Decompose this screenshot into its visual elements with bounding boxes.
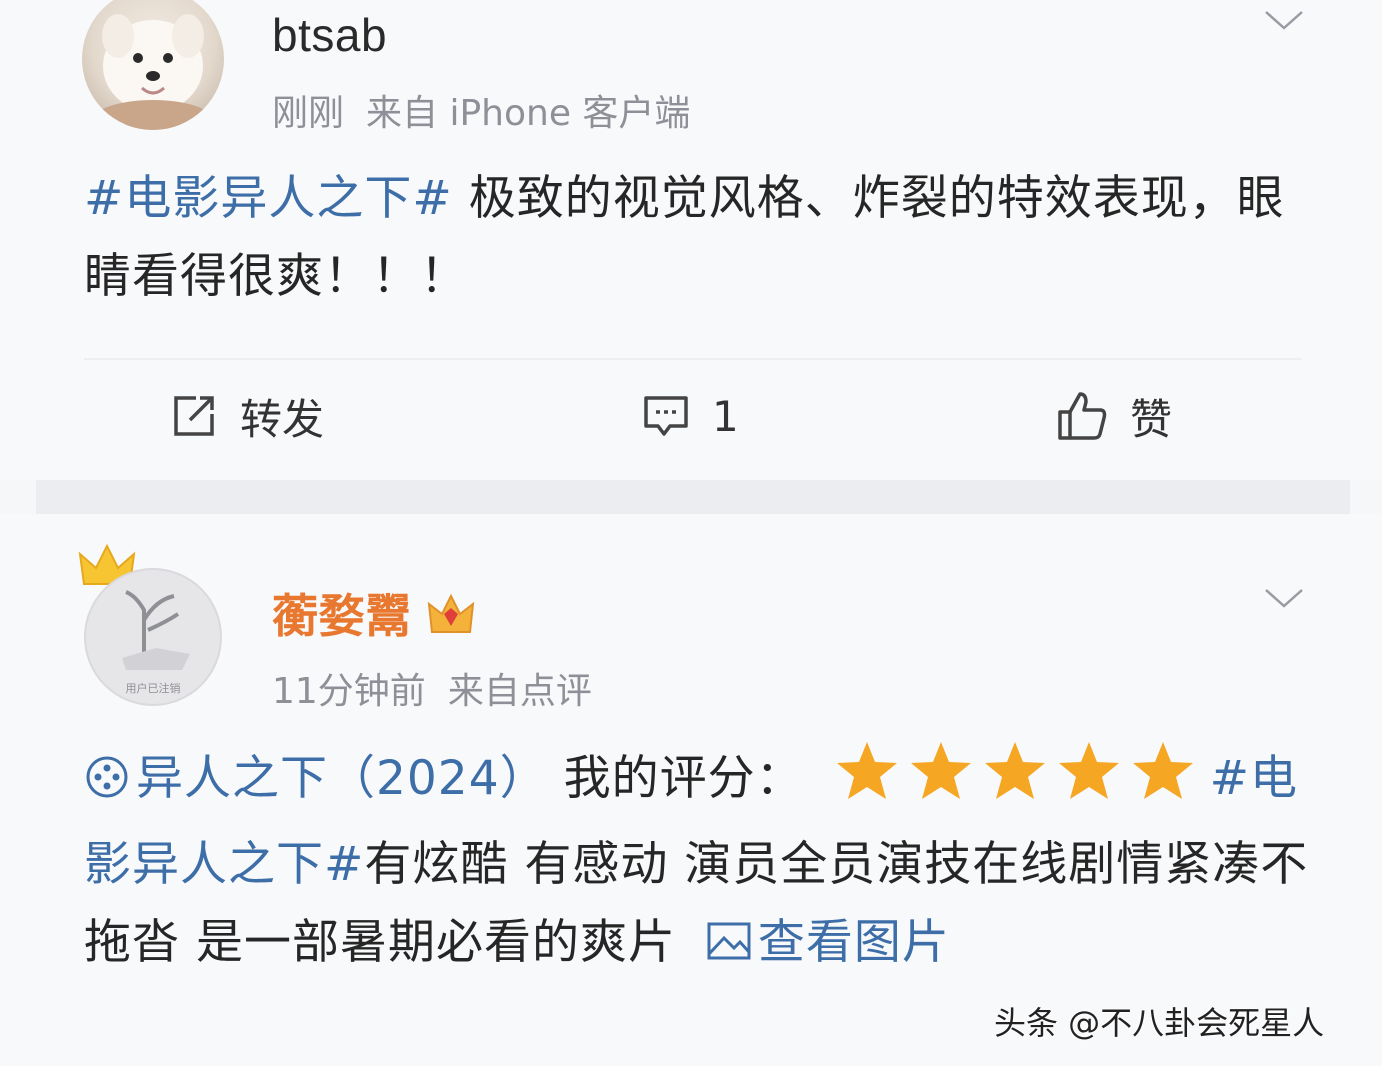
post-source: 来自 iPhone 客户端: [366, 93, 691, 134]
movie-link-text: 异人之下（2024）: [136, 751, 548, 806]
post-separator: [36, 480, 1350, 514]
username-text: 蘅婺鬻: [272, 589, 412, 643]
image-icon: [707, 922, 751, 960]
repost-button[interactable]: 转发: [170, 388, 324, 444]
hashtag-start: #: [1209, 751, 1250, 806]
hashtag-link[interactable]: #电影异人之下#: [84, 171, 453, 226]
comment-count: 1: [712, 391, 739, 441]
like-label: 赞: [1130, 394, 1173, 444]
post-card: btsab 刚刚 来自 iPhone 客户端 #电影异人之下# 极致的视觉风格、炸…: [0, 0, 1382, 480]
post-content: 异人之下（2024） 我的评分： #电影异人之下#有炫酷 有感动 演员全员演技在线…: [84, 740, 1324, 982]
repost-label: 转发: [240, 394, 325, 444]
post-source: 来自点评: [447, 671, 592, 712]
repost-icon: [174, 396, 214, 436]
post-time: 刚刚: [272, 93, 345, 134]
star-icon: [910, 742, 971, 799]
like-button[interactable]: 赞: [1056, 388, 1172, 444]
chevron-down-icon[interactable]: [1264, 8, 1304, 32]
star-icon: [1132, 742, 1193, 799]
dog-avatar-image: [93, 14, 213, 130]
username[interactable]: btsab: [272, 8, 387, 62]
deactivated-user-avatar-image: 用户已注销: [122, 590, 190, 695]
comment-icon: [644, 396, 688, 436]
avatar-deactivated-text: 用户已注销: [126, 681, 181, 695]
movie-link[interactable]: 异人之下（2024）: [84, 751, 548, 806]
divider: [84, 358, 1302, 360]
comment-button[interactable]: 1: [642, 388, 739, 444]
star-icon: [836, 742, 897, 799]
thumbs-up-icon: [1058, 392, 1107, 440]
post-meta: 11分钟前 来自点评: [272, 662, 592, 714]
rating-stars: [834, 740, 1204, 826]
avatar[interactable]: [82, 0, 224, 130]
chevron-down-icon[interactable]: [1264, 586, 1304, 610]
watermark: 头条 @不八卦会死星人: [994, 1004, 1325, 1042]
post-meta: 刚刚 来自 iPhone 客户端: [272, 84, 690, 136]
view-image-text: 查看图片: [757, 915, 950, 970]
rating-label: 我的评分：: [547, 751, 804, 806]
username[interactable]: 蘅婺鬻: [272, 580, 476, 646]
vip-crown-icon: [427, 593, 474, 633]
film-reel-icon: [86, 756, 128, 798]
post-content: #电影异人之下# 极致的视觉风格、炸裂的特效表现，眼睛看得很爽！！！: [84, 160, 1324, 316]
star-icon: [984, 742, 1045, 799]
avatar[interactable]: 用户已注销: [84, 568, 222, 706]
view-image-link[interactable]: 查看图片: [692, 915, 950, 970]
post-time: 11分钟前: [272, 671, 426, 712]
star-icon: [1058, 742, 1119, 799]
